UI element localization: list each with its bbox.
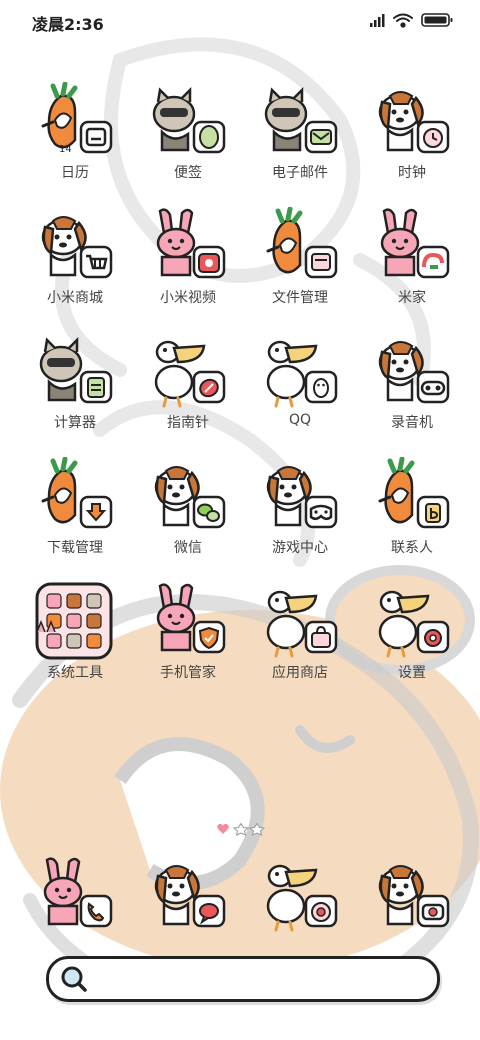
app-icon-2[interactable]: 电子邮件 [250,82,350,192]
app-icon-14[interactable]: 游戏中心 [250,457,350,567]
app-label: 系统工具 [47,665,103,681]
app-label: 时钟 [398,165,426,181]
camera-icon [378,865,450,928]
search-bar[interactable] [46,956,440,1002]
app-icon-6[interactable]: 文件管理 [250,207,350,317]
home-icon [380,208,450,279]
shopping-cart-icon [41,216,113,279]
app-label: 应用商店 [272,665,328,681]
app-icon-12[interactable]: 下载管理 [25,457,125,567]
dock-item-2[interactable] [250,856,350,966]
app-icon-9[interactable]: 指南针 [138,332,238,442]
gamepad-icon [266,466,338,529]
dock-item-3[interactable] [362,856,462,966]
app-label: 计算器 [54,415,96,431]
contacts-icon [378,457,450,529]
app-label: 便签 [174,165,202,181]
calculator-icon [39,336,113,404]
app-label: 文件管理 [272,290,328,306]
app-icon-18[interactable]: 应用商店 [250,582,350,692]
calendar-icon [41,82,113,154]
battery-icon [421,13,453,27]
shield-icon [156,583,226,654]
app-label: 电子邮件 [272,165,328,181]
app-label: QQ [288,412,312,428]
app-icon-5[interactable]: 小米视频 [138,207,238,317]
app-label: 指南针 [167,415,209,431]
status-time: 凌晨2:36 [32,15,104,34]
app-icon-10[interactable]: QQ [250,332,350,442]
app-icon-7[interactable]: 米家 [362,207,462,317]
download-icon [41,457,113,529]
app-icon-8[interactable]: 计算器 [25,332,125,442]
status-bar: 凌晨2:36 [0,0,480,42]
app-label: 小米视频 [160,290,216,306]
message-icon [154,865,226,928]
search-icon [61,966,87,992]
dock-item-0[interactable] [25,856,125,966]
note-icon [152,86,226,154]
app-label: 小米商城 [47,290,103,306]
app-icon-3[interactable]: 时钟 [362,82,462,192]
dock-item-1[interactable] [138,856,238,966]
app-label: 下载管理 [47,540,103,556]
wifi-icon [393,13,413,28]
phone-icon [43,857,113,928]
folder-icon [266,207,338,279]
app-icon-1[interactable]: 便签 [138,82,238,192]
app-label: 手机管家 [160,665,216,681]
page-dot-2 [232,822,250,836]
mail-icon [264,86,338,154]
app-label: 设置 [398,665,426,681]
status-icons [370,13,453,28]
page-indicator[interactable] [216,822,266,836]
app-icon-11[interactable]: 录音机 [362,332,462,442]
app-icon-15[interactable]: 联系人 [362,457,462,567]
app-icon-0[interactable]: 14 日历 [25,82,125,192]
folder-grid-icon [35,582,113,660]
app-label: 米家 [398,290,426,306]
penguin-icon [266,340,338,408]
signal-icon [370,14,385,27]
recorder-icon [378,341,450,404]
app-label: 日历 [61,165,89,181]
dock [0,856,480,936]
app-icon-19[interactable]: 设置 [362,582,462,692]
video-icon [156,208,226,279]
app-label: 微信 [174,540,202,556]
browser-icon [266,864,338,932]
app-icon-16[interactable]: 系统工具 [25,582,125,692]
app-label: 录音机 [391,415,433,431]
chat-icon [154,466,226,529]
shopping-bag-icon [266,590,338,658]
calendar-date: 14 [59,144,72,155]
page-dot-1 [217,823,229,834]
compass-icon [154,340,226,408]
app-label: 联系人 [391,540,433,556]
app-icon-17[interactable]: 手机管家 [138,582,238,692]
app-label: 游戏中心 [272,540,328,556]
app-icon-13[interactable]: 微信 [138,457,238,567]
page-dot-3 [248,822,266,836]
clock-icon [378,91,450,154]
gear-icon [378,590,450,658]
app-icon-4[interactable]: 小米商城 [25,207,125,317]
